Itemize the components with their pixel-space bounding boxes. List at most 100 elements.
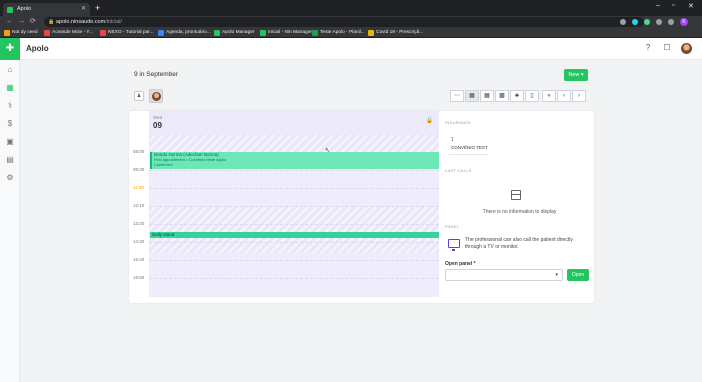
hour-line <box>149 170 439 171</box>
bookmark-favicon-icon <box>100 30 106 36</box>
finance-icon[interactable]: $ <box>5 119 15 129</box>
reports-icon[interactable]: ▤ <box>5 155 15 165</box>
calendar-toolbar: ♟ ⋯ ▦ ▦ ▩ ♣ ▯ « ‹ › <box>134 89 590 103</box>
bookmark-label: Teste Apolo - Planil... <box>320 30 365 35</box>
hour-line <box>149 260 439 261</box>
panel-label: PANEL <box>445 224 460 229</box>
time-label: 08:00 <box>133 149 145 154</box>
bookmark-label: Covid 19 - Prescriçã... <box>376 30 424 35</box>
apolo-logo-icon[interactable]: ✚ <box>0 38 20 60</box>
url-path: /inicial/ <box>105 19 123 25</box>
previous-day-icon[interactable]: ‹ <box>557 90 571 102</box>
time-label: 14:30 <box>133 239 145 244</box>
hour-line <box>149 188 439 189</box>
back-icon[interactable]: ← <box>6 17 13 27</box>
bookmark-favicon-icon <box>4 30 10 36</box>
appointment-event[interactable]: Daily stand <box>150 232 439 238</box>
month-view-icon[interactable]: ▩ <box>495 90 509 102</box>
professional-avatar[interactable] <box>149 89 163 103</box>
reload-icon[interactable]: ⟳ <box>30 17 36 27</box>
blocked-slot <box>149 135 439 152</box>
bookmark-item[interactable]: NEXO - Tutorial par... <box>100 29 154 37</box>
translate-icon[interactable] <box>620 19 626 25</box>
insurance-label: INSURANCE <box>445 120 472 125</box>
open-panel-select[interactable]: ▾ <box>445 269 563 281</box>
browser-tab[interactable]: Apolo ✕ <box>3 3 90 16</box>
close-tab-icon[interactable]: ✕ <box>81 3 86 16</box>
hour-line <box>149 278 439 279</box>
forward-icon[interactable]: → <box>18 17 25 27</box>
panel-description: The professional can also call the patie… <box>465 237 573 250</box>
time-label: 11:00 <box>133 185 144 190</box>
time-label: 09:30 <box>133 167 145 172</box>
star-icon[interactable] <box>668 19 674 25</box>
day-number: 09 <box>153 121 162 130</box>
user-avatar[interactable] <box>681 43 692 54</box>
insurance-name[interactable]: CONVÊNIO TEST <box>451 145 488 150</box>
empty-box-icon <box>511 190 521 200</box>
day-weekday: Wed <box>153 115 163 120</box>
inventory-icon[interactable]: ▣ <box>5 137 15 147</box>
bookmark-favicon-icon <box>312 30 318 36</box>
event-status: Confirmed <box>154 162 173 167</box>
main-content: 9 in September New ▾ ♟ ⋯ ▦ ▦ ▩ ♣ ▯ « ‹ ›… <box>21 61 702 382</box>
bookmark-item[interactable]: Inicial - Nin Manager <box>260 29 312 37</box>
appointment-event[interactable]: Dendo Norma (Adecfam Norma) First appoin… <box>150 152 439 169</box>
bookmark-label: Inicial - Nin Manager <box>268 30 312 35</box>
bookmark-favicon-icon <box>44 30 50 36</box>
open-panel-label: Open panel * <box>445 261 476 267</box>
bookmark-favicon-icon <box>260 30 266 36</box>
hour-line <box>149 224 439 225</box>
extension-icon[interactable] <box>644 19 650 25</box>
new-tab-button[interactable]: + <box>95 2 100 14</box>
lock-icon[interactable]: 🔒 <box>426 118 433 124</box>
puzzle-icon[interactable] <box>656 19 662 25</box>
user-filter-icon[interactable]: ♟ <box>134 91 144 101</box>
last-calls-label: LAST CALLS <box>445 168 472 173</box>
hour-line <box>149 242 439 243</box>
browser-toolbar: ← → ⟳ 🔒 apolo.ninsaude.com/inicial/ K <box>0 16 702 28</box>
extension-icon[interactable] <box>632 19 638 25</box>
maximize-icon[interactable]: ▫ <box>672 2 674 9</box>
print-icon[interactable]: ▯ <box>525 90 539 102</box>
bookmark-favicon-icon <box>158 30 164 36</box>
settings-gear-icon[interactable]: ⚙ <box>5 173 15 183</box>
home-icon[interactable]: ⌂ <box>5 65 15 75</box>
bookmark-label: Not dy ceed <box>12 30 38 35</box>
mouse-cursor-icon: ↖ <box>325 148 331 154</box>
app-header: ✚ Apolo ? ☐ <box>0 38 702 60</box>
open-button[interactable]: Open <box>567 269 589 281</box>
address-bar[interactable]: 🔒 apolo.ninsaude.com/inicial/ <box>44 17 644 27</box>
schedule-card: Wed 09 🔒 08:00 09:30 11:00 12:10 13:20 1… <box>129 111 594 303</box>
new-button[interactable]: New ▾ <box>564 69 588 81</box>
bookmark-item[interactable]: Apolo Manager <box>214 29 255 37</box>
help-icon[interactable]: ? <box>643 43 653 53</box>
next-day-icon[interactable]: › <box>572 90 586 102</box>
bookmark-label: Apolo Manager <box>222 30 255 35</box>
window-close-icon[interactable]: ✕ <box>688 2 694 10</box>
divider <box>449 154 489 155</box>
app-title: Apolo <box>26 44 49 53</box>
chat-icon[interactable]: ☐ <box>662 43 672 53</box>
browser-tab-strip: Apolo ✕ + – ▫ ✕ <box>0 0 702 16</box>
stethoscope-icon[interactable]: ⚕ <box>5 101 15 111</box>
previous-week-icon[interactable]: « <box>542 90 556 102</box>
bookmark-favicon-icon <box>214 30 220 36</box>
week-view-icon[interactable]: ▦ <box>480 90 494 102</box>
bookmark-item[interactable]: Agenda, prontuário... <box>158 29 211 37</box>
day-view-icon[interactable]: ▦ <box>465 90 479 102</box>
bookmark-item[interactable]: Aceasde Mcle - Y... <box>44 29 93 37</box>
minimize-icon[interactable]: – <box>656 2 660 9</box>
time-label: 13:20 <box>133 221 145 226</box>
team-view-icon[interactable]: ♣ <box>510 90 524 102</box>
browser-profile-avatar[interactable]: K <box>680 18 688 26</box>
more-options-icon[interactable]: ⋯ <box>450 90 464 102</box>
bookmark-item[interactable]: Teste Apolo - Planil... <box>312 29 365 37</box>
url-host: apolo.ninsaude.com <box>56 19 106 25</box>
bookmark-item[interactable]: Not dy ceed <box>4 29 38 37</box>
sidebar: ⌂ ▦ ⚕ $ ▣ ▤ ⚙ <box>0 60 20 382</box>
bookmark-favicon-icon <box>368 30 374 36</box>
calendar-icon[interactable]: ▦ <box>5 83 15 93</box>
bookmark-item[interactable]: Covid 19 - Prescriçã... <box>368 29 423 37</box>
blocked-slot <box>149 207 439 253</box>
